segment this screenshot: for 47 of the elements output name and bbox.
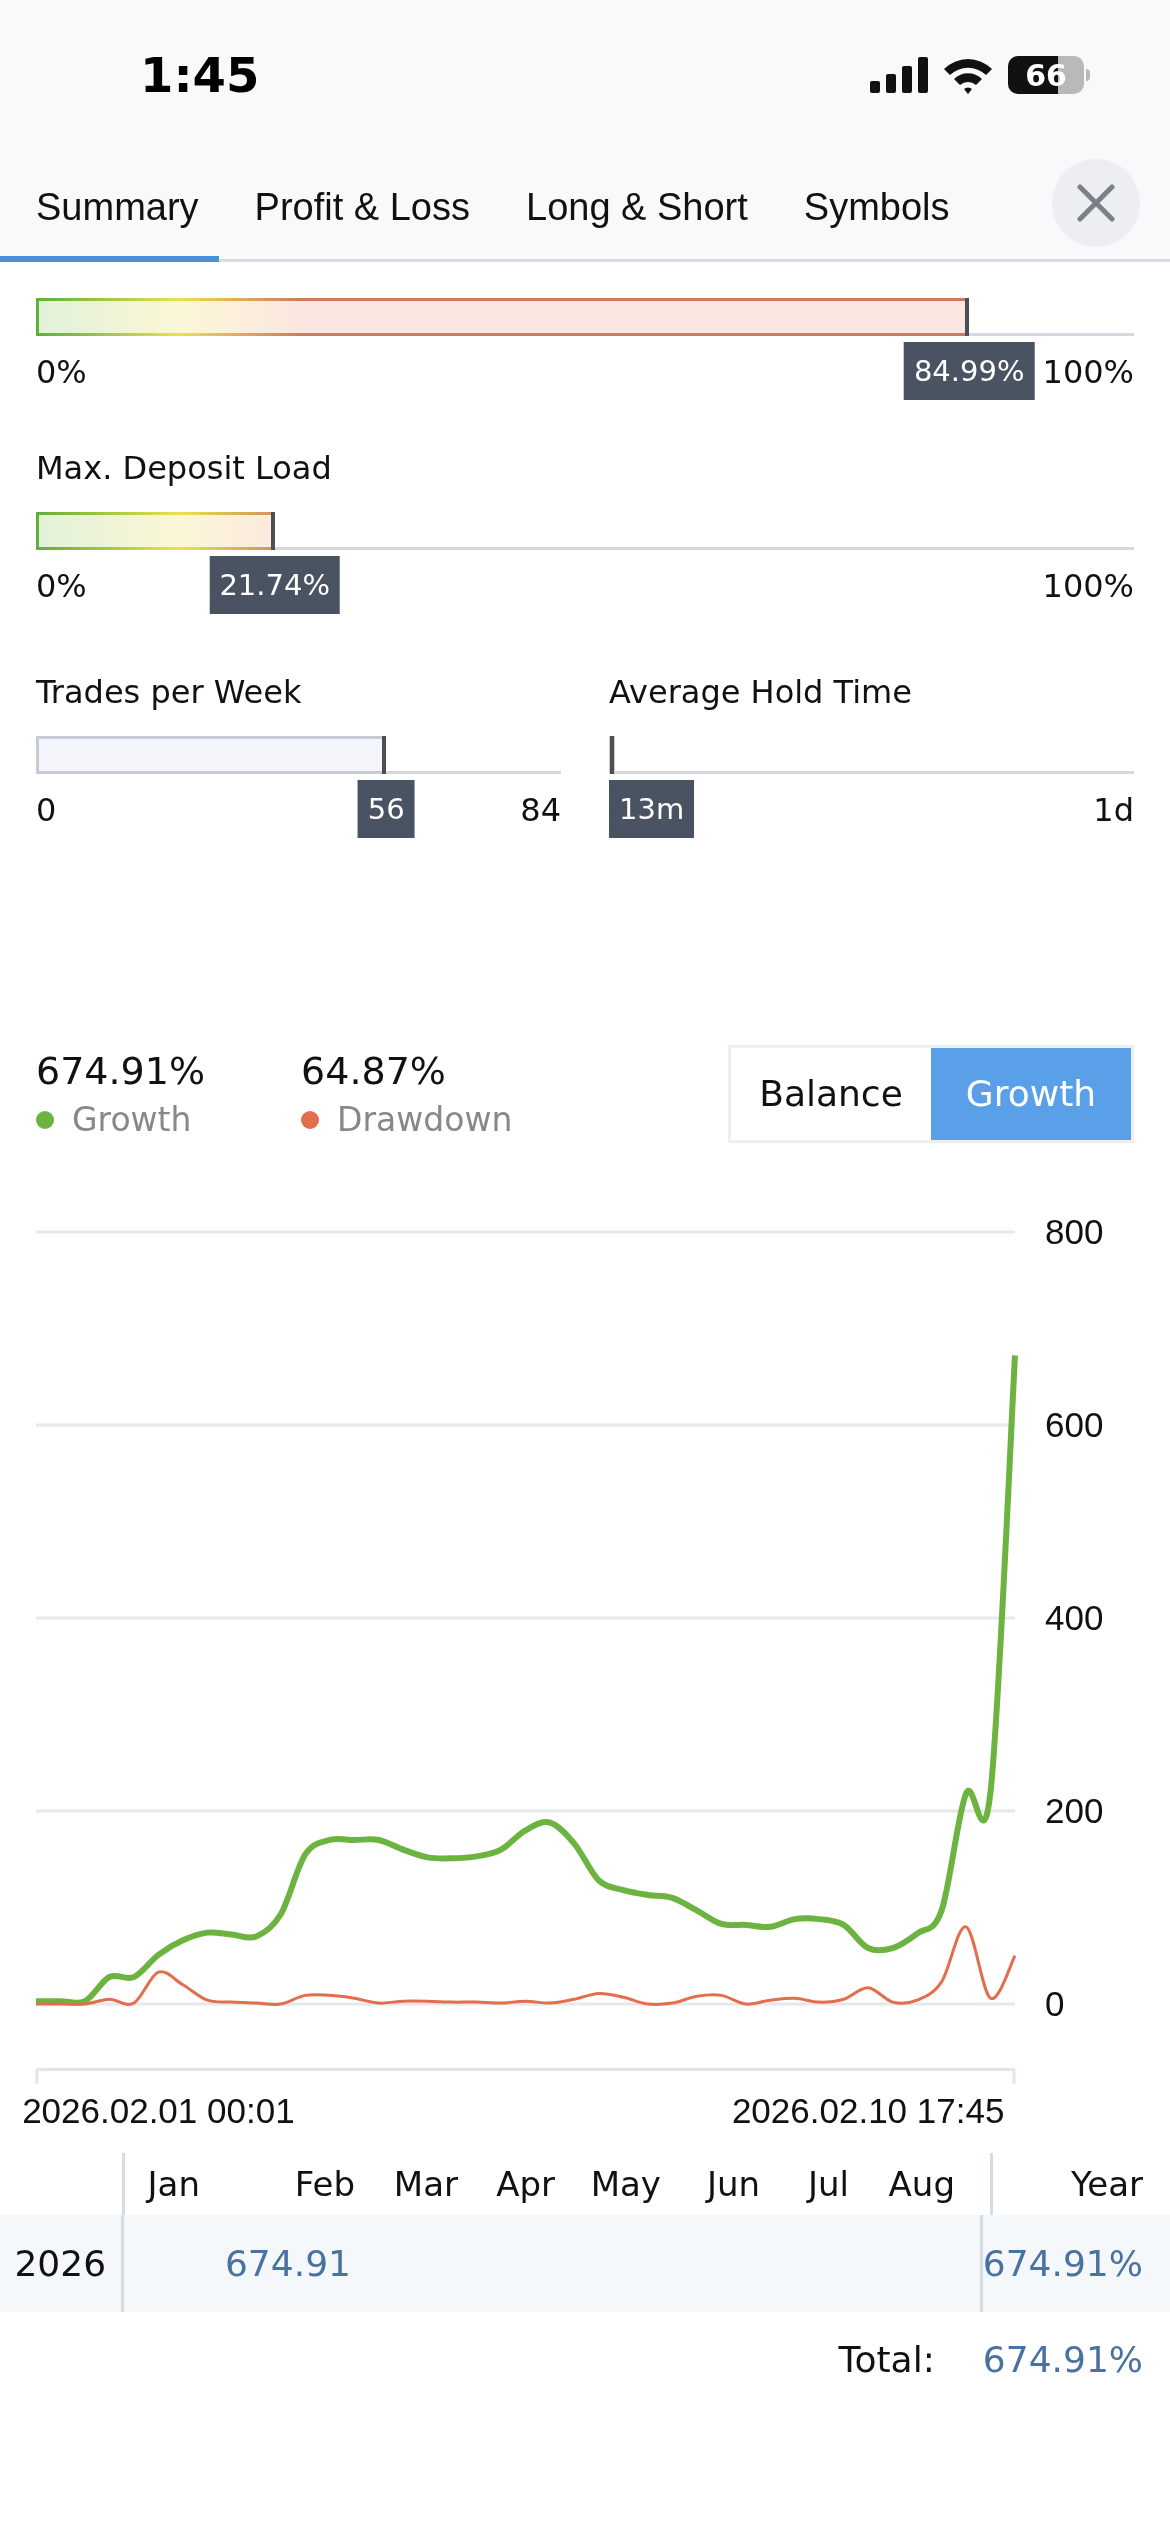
total-label: Total: xyxy=(838,2338,935,2382)
year-total: 674.91% xyxy=(982,2241,1143,2286)
status-time: 1:45 xyxy=(140,46,260,105)
column-header: Apr xyxy=(496,2162,555,2206)
scale-min: 0% xyxy=(36,566,87,606)
stat-value: 674.91% xyxy=(36,1048,206,1094)
value-tooltip: 84.99% xyxy=(903,342,1035,400)
column-header: Feb xyxy=(294,2162,355,2206)
column-header: Aug xyxy=(888,2162,955,2206)
axis-tick-label: 200 xyxy=(1045,1791,1104,1831)
total-value: 674.91% xyxy=(982,2338,1143,2382)
axis-tick-label: 600 xyxy=(1045,1405,1104,1444)
meter-title: Max. Deposit Load xyxy=(36,448,333,488)
tab[interactable]: Summary xyxy=(0,150,219,262)
meter-title: Trades per Week xyxy=(36,672,303,712)
column-header: Jul xyxy=(807,2162,849,2206)
row-year: 2026 xyxy=(14,2241,107,2286)
axis-date-label: 2026.02.01 00:01 xyxy=(22,2091,295,2130)
axis-date-label: 2026.02.10 17:45 xyxy=(731,2091,1005,2130)
stat-value: 64.87% xyxy=(301,1048,447,1094)
scale-max: 100% xyxy=(1042,352,1134,392)
column-header: Jan xyxy=(147,2162,200,2206)
tab[interactable]: Symbols xyxy=(767,150,970,262)
legend-label: Drawdown xyxy=(337,1100,513,1140)
scale-min: 0% xyxy=(36,352,87,392)
value-tooltip: 13m xyxy=(609,780,695,838)
column-header: Mar xyxy=(393,2162,458,2206)
column-header: Year xyxy=(1071,2162,1143,2206)
scale-max: 84 xyxy=(520,790,561,830)
axis-tick-label: 800 xyxy=(1045,1212,1104,1251)
tab[interactable]: Profit & Loss xyxy=(218,150,490,262)
value-tooltip: 21.74% xyxy=(209,556,340,614)
close-icon xyxy=(1077,184,1115,222)
scale-max: 1d xyxy=(1093,790,1134,830)
meter-title: Average Hold Time xyxy=(609,672,913,712)
axis-tick-label: 400 xyxy=(1045,1598,1104,1637)
table-cell-text: 674.91 xyxy=(224,2241,351,2286)
signal-icon xyxy=(870,57,928,93)
column-header: May xyxy=(590,2162,661,2206)
axis-tick-label: 0 xyxy=(1045,1984,1065,2024)
column-header: Jun xyxy=(706,2162,760,2206)
scale-min: 0 xyxy=(36,790,57,830)
wifi-icon xyxy=(942,56,994,94)
value-tooltip: 56 xyxy=(357,780,415,838)
scale-max: 100% xyxy=(1042,566,1134,606)
legend-label: Growth xyxy=(72,1100,192,1140)
tab[interactable]: Long & Short xyxy=(490,150,768,262)
